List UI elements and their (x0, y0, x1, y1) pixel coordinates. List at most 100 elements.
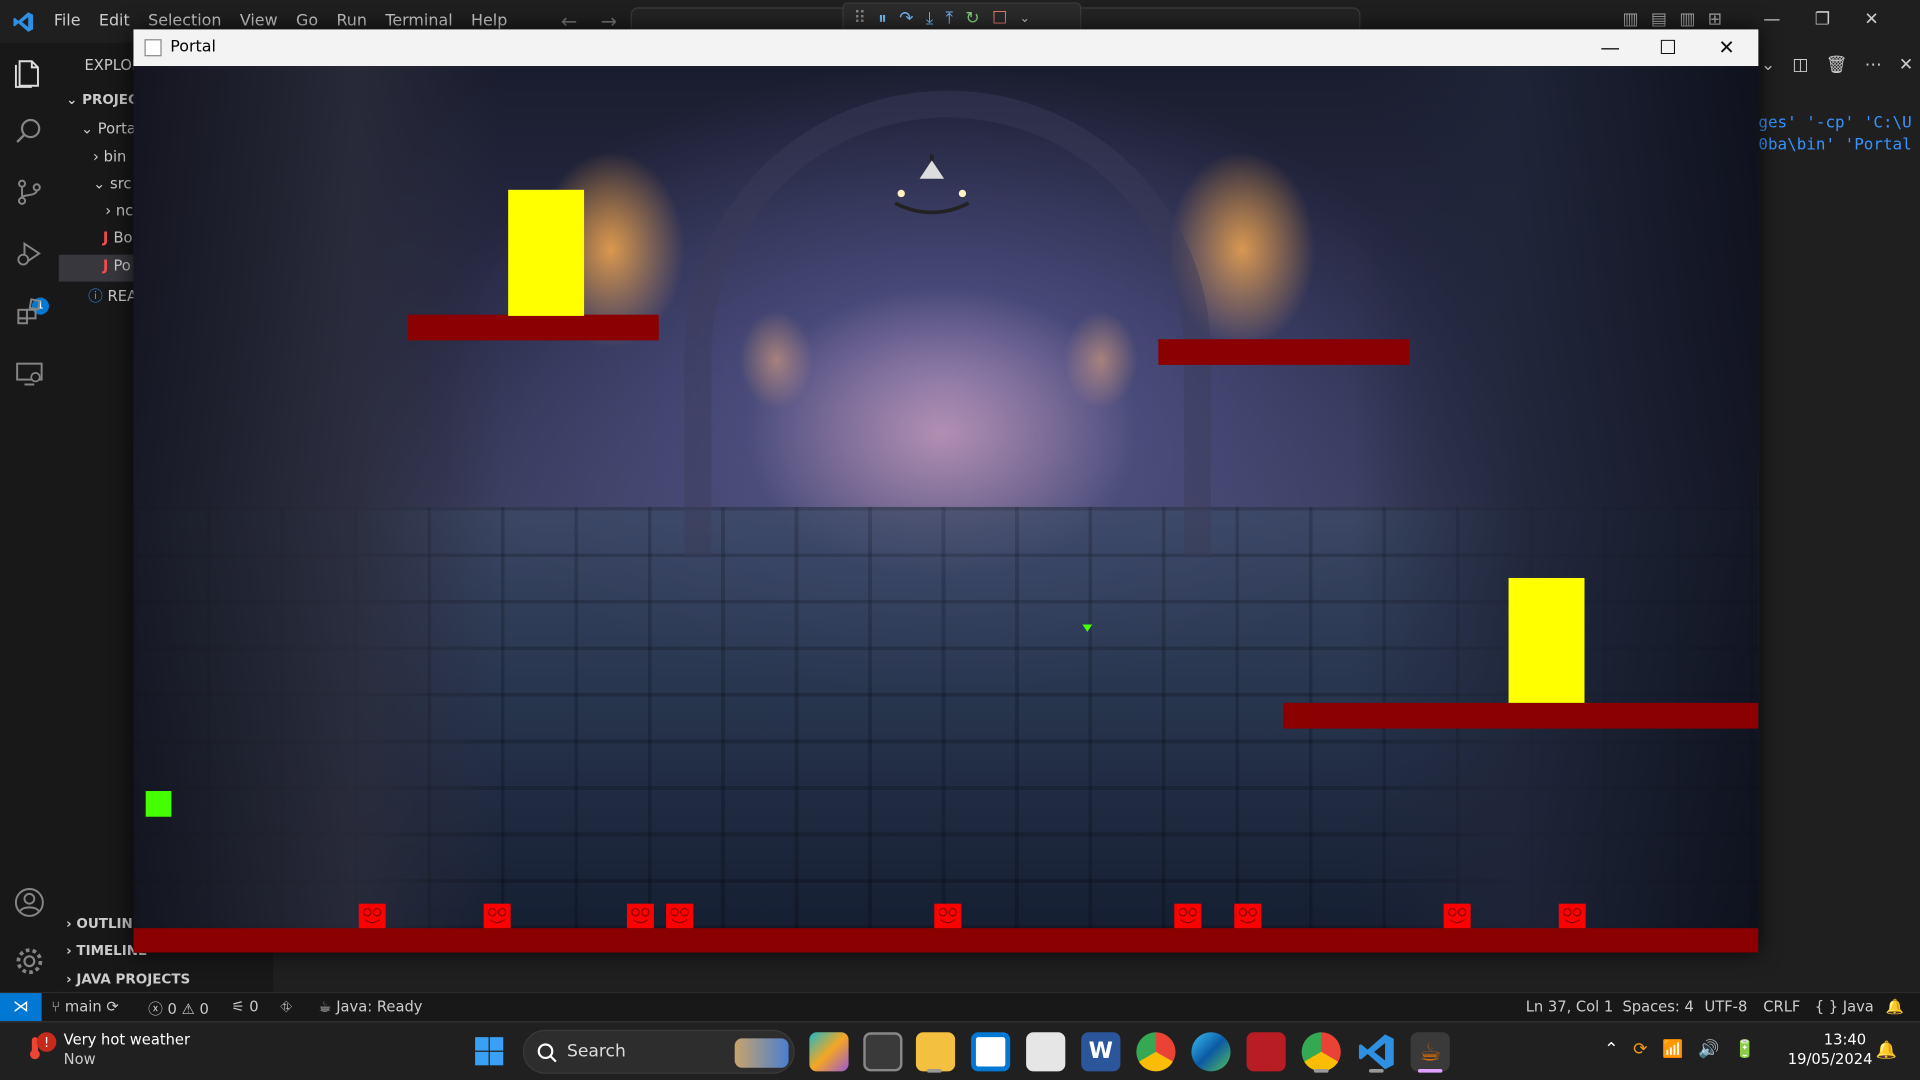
manage-gear-icon[interactable] (12, 945, 46, 979)
run-debug-icon[interactable] (12, 239, 46, 273)
chrome-app-icon[interactable] (1136, 1032, 1176, 1072)
vscode-minimize-icon[interactable]: — (1763, 10, 1780, 30)
encoding[interactable]: UTF-8 (1704, 998, 1747, 1015)
trash-icon[interactable]: 🗑 (1826, 55, 1848, 75)
cursor-position[interactable]: Ln 37, Col 1 (1526, 998, 1614, 1015)
chevron-up-icon[interactable]: ⌃ (1604, 1040, 1618, 1060)
branch-indicator[interactable]: ⑂ main ⟳ (51, 998, 118, 1015)
menu-terminal[interactable]: Terminal (385, 12, 452, 30)
sync-tray-icon[interactable]: ⟳ (1633, 1040, 1647, 1060)
tree-item-java-file-2[interactable]: J Po (103, 257, 131, 274)
toggle-panel-icon[interactable]: ▤ (1651, 10, 1667, 30)
vscode-restore-icon[interactable]: ❐ (1815, 10, 1830, 30)
menu-file[interactable]: File (54, 12, 81, 30)
close-panel-icon[interactable]: ✕ (1899, 55, 1913, 75)
solitaire-app-icon[interactable] (1246, 1032, 1286, 1072)
wifi-icon[interactable]: 📶 (1662, 1040, 1683, 1060)
vscode-close-icon[interactable]: ✕ (1864, 10, 1878, 30)
notification-bell-icon[interactable]: 🔔 (1876, 1041, 1897, 1061)
menu-selection[interactable]: Selection (148, 12, 221, 30)
more-actions-icon[interactable]: ⋯ (1865, 55, 1882, 75)
java-projects-section-header[interactable]: › JAVA PROJECTS (66, 971, 190, 987)
copilot-app-icon[interactable] (809, 1032, 849, 1072)
yellow-block (1508, 577, 1585, 703)
layout-controls: ▥ ▤ ▥ ⊞ (1622, 10, 1722, 30)
edge-app-icon[interactable] (1191, 1032, 1231, 1072)
chevron-down-icon: ⌄ (93, 175, 111, 193)
debug-launch-icon[interactable]: ⛗ (280, 998, 292, 1016)
source-control-icon[interactable] (12, 178, 46, 212)
volume-icon[interactable]: 🔊 (1698, 1040, 1719, 1060)
game-canvas[interactable] (133, 66, 1759, 953)
drag-handle-icon[interactable]: ⠿ (853, 9, 866, 29)
clock-time[interactable]: 13:40 (1822, 1031, 1866, 1048)
player-block (145, 791, 172, 817)
step-over-icon[interactable]: ↷ (899, 9, 913, 29)
game-titlebar[interactable]: Portal — ☐ ✕ (133, 29, 1759, 67)
remote-indicator-icon[interactable]: ⋊ (0, 993, 42, 1022)
toggle-secondary-sidebar-icon[interactable]: ▥ (1679, 10, 1695, 30)
file-explorer-icon[interactable] (915, 1032, 956, 1072)
stop-icon[interactable]: ☐ (992, 9, 1007, 29)
step-out-icon[interactable]: ⤒ (946, 9, 954, 29)
terminal-output[interactable]: ges' '-cp' 'C:\U 0ba\bin' 'Portal (1758, 113, 1911, 157)
java-icon: ☕ (318, 997, 337, 1016)
chrome-profile-app-icon[interactable] (1301, 1032, 1341, 1072)
accounts-icon[interactable] (12, 887, 46, 921)
platform (407, 314, 659, 341)
vscode-app-icon[interactable] (1357, 1032, 1396, 1071)
tree-item-folder[interactable]: › nc (105, 202, 133, 219)
snipping-tool-icon[interactable] (1026, 1032, 1066, 1072)
maximize-button[interactable]: ☐ (1640, 33, 1696, 62)
active-app-indicator (1313, 1068, 1329, 1073)
remote-explorer-icon[interactable] (12, 359, 46, 393)
problems-indicator[interactable]: ⓧ 0 ⚠ 0 (148, 998, 209, 1019)
java-status[interactable]: ☕ Java: Ready (318, 998, 422, 1015)
red-enemy (483, 903, 511, 929)
chevron-right-icon: › (66, 915, 77, 932)
word-app-icon[interactable]: W (1081, 1032, 1121, 1072)
menu-view[interactable]: View (240, 12, 278, 30)
end-of-line[interactable]: CRLF (1763, 998, 1800, 1015)
menu-run[interactable]: Run (336, 12, 367, 30)
menu-go[interactable]: Go (296, 12, 318, 30)
pause-icon[interactable]: ⏸ (878, 9, 887, 29)
close-button[interactable]: ✕ (1698, 33, 1754, 62)
ground-platform (133, 928, 1759, 953)
chevron-down-icon[interactable]: ⌄ (1761, 55, 1775, 75)
java-app-icon (144, 39, 162, 57)
minimize-button[interactable]: — (1582, 33, 1638, 62)
tree-item-bin[interactable]: › bin (93, 148, 126, 165)
clock-date[interactable]: 19/05/2024 (1788, 1051, 1873, 1068)
task-view-icon[interactable] (863, 1032, 903, 1072)
project-section-header[interactable]: ⌄ PROJEC (66, 92, 138, 108)
tree-item-java-file-1[interactable]: J Bo (103, 229, 133, 246)
customize-layout-icon[interactable]: ⊞ (1708, 10, 1722, 30)
menu-help[interactable]: Help (471, 12, 507, 30)
ports-indicator[interactable]: ⚟ 0 (231, 998, 258, 1015)
restart-icon[interactable]: ↻ (965, 9, 979, 29)
battery-icon[interactable]: 🔋 (1734, 1040, 1755, 1060)
indentation[interactable]: Spaces: 4 (1622, 998, 1693, 1015)
chevron-down-icon: ⌄ (80, 120, 98, 138)
java-app-taskbar-icon[interactable]: ☕ (1410, 1032, 1450, 1072)
notifications-bell-icon[interactable]: 🔔 (1886, 998, 1904, 1015)
windows-start-icon[interactable] (474, 1036, 505, 1067)
tree-item-readme[interactable]: ⓘ REA (88, 285, 137, 306)
tree-item-portal[interactable]: ⌄ Porta (81, 120, 136, 137)
language-mode[interactable]: { } Java (1815, 998, 1874, 1015)
menu-edit[interactable]: Edit (99, 12, 130, 30)
split-terminal-icon[interactable]: ◫ (1792, 55, 1808, 75)
dungeon-left-wall-background (133, 66, 501, 953)
microsoft-store-icon[interactable] (971, 1032, 1011, 1072)
outline-section-header[interactable]: › OUTLIN (66, 916, 133, 932)
search-icon[interactable] (12, 116, 46, 150)
extensions-icon[interactable] (12, 298, 46, 332)
explorer-icon[interactable] (12, 58, 46, 92)
windows-taskbar: ! Very hot weather Now Search W ☕ ⌃ ⟳ 📶 … (0, 1021, 1920, 1080)
taskbar-search[interactable]: Search (522, 1029, 795, 1074)
chevron-down-icon[interactable]: ⌄ (1020, 12, 1030, 25)
toggle-sidebar-icon[interactable]: ▥ (1622, 10, 1638, 30)
step-into-icon[interactable]: ⤓ (926, 9, 934, 29)
tree-item-src[interactable]: ⌄ src (93, 175, 131, 192)
